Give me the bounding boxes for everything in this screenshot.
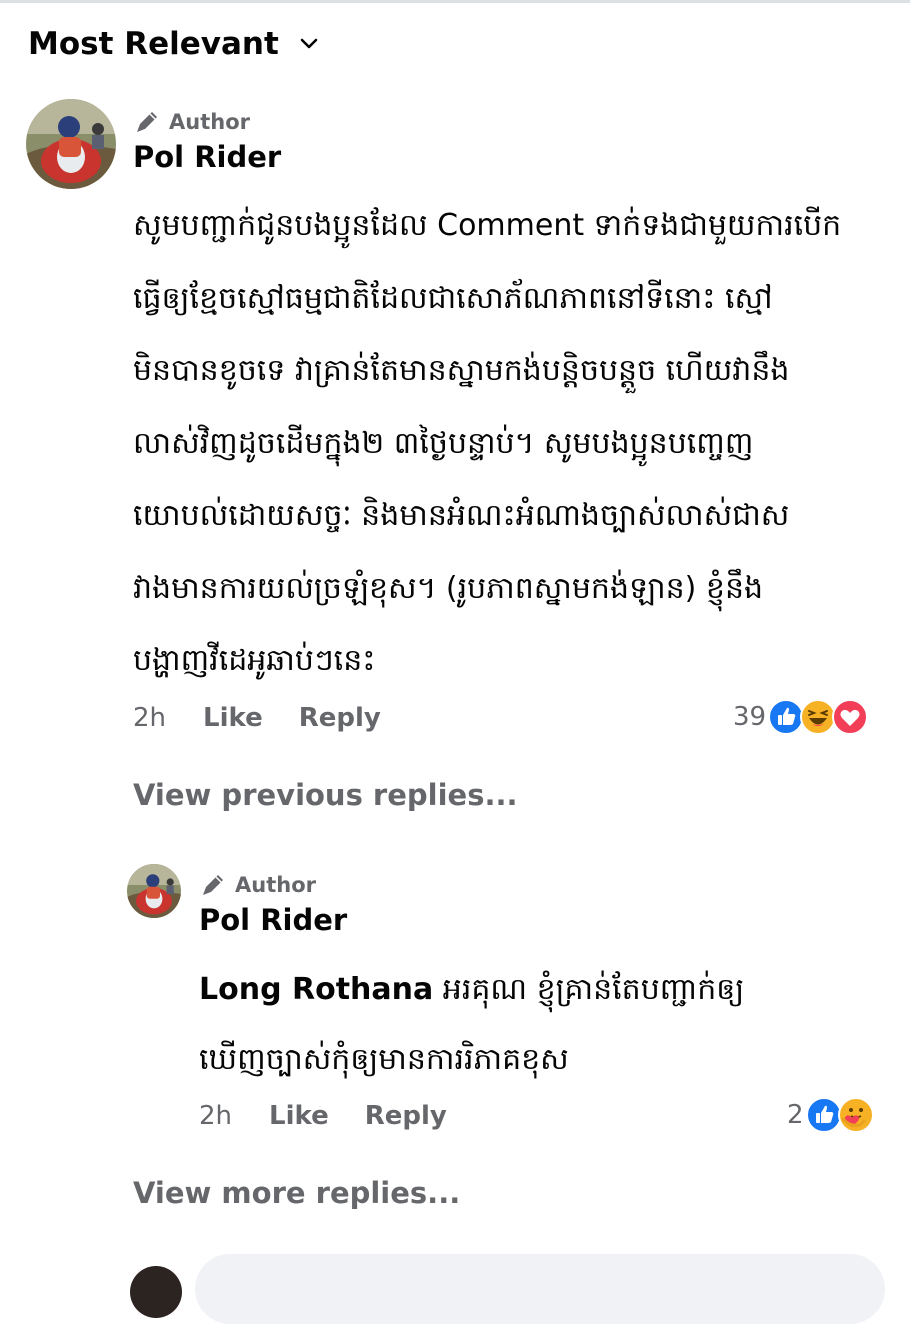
reply-text: Long Rothana អរគុណ ខ្ញុំគ្រាន់តែបញ្ជាក់ឲ… <box>199 955 889 1095</box>
like-icon <box>768 699 805 735</box>
avatar[interactable] <box>130 1266 182 1318</box>
love-icon <box>832 699 869 735</box>
comment-time: 2h <box>133 703 167 733</box>
author-badge-label: Author <box>235 873 316 897</box>
reaction-summary[interactable]: 2 <box>787 1097 874 1133</box>
reply-time: 2h <box>199 1101 233 1131</box>
view-previous-replies-link[interactable]: View previous replies... <box>133 778 518 812</box>
pen-icon <box>137 112 157 132</box>
top-divider <box>0 0 910 3</box>
care-icon <box>837 1097 874 1133</box>
comment-text: សូមបញ្ជាក់ជូនបងប្អូនដែល Comment ទាក់ទងជា… <box>133 208 842 678</box>
mention-link[interactable]: Long Rothana <box>199 972 433 1007</box>
comment-input[interactable] <box>195 1254 885 1324</box>
reply-actions: 2h Like Reply <box>199 1101 483 1131</box>
haha-icon <box>800 699 837 735</box>
like-button[interactable]: Like <box>269 1101 329 1131</box>
reaction-count: 2 <box>787 1100 804 1130</box>
sort-label: Most Relevant <box>28 26 279 62</box>
author-badge: Author <box>199 871 316 899</box>
author-badge-label: Author <box>169 110 250 134</box>
pen-icon <box>203 875 223 895</box>
chevron-down-icon <box>300 38 318 49</box>
reply-button[interactable]: Reply <box>365 1101 447 1131</box>
author-badge: Author <box>133 108 250 136</box>
reply-text-line2: ឃើញច្បាស់កុំឲ្យមានការរិភាគខុស <box>199 1042 569 1077</box>
reaction-count: 39 <box>733 702 767 732</box>
commenter-name[interactable]: Pol Rider <box>133 140 281 174</box>
reply-button[interactable]: Reply <box>299 703 381 733</box>
avatar[interactable] <box>26 99 116 189</box>
reply-text-line1: អរគុណ ខ្ញុំគ្រាន់តែបញ្ជាក់ឲ្យ <box>433 972 745 1007</box>
avatar[interactable] <box>127 864 181 918</box>
like-icon <box>805 1097 842 1133</box>
view-more-replies-link[interactable]: View more replies... <box>133 1176 460 1210</box>
reaction-summary[interactable]: 39 <box>733 699 869 735</box>
comment-actions: 2h Like Reply <box>133 703 417 733</box>
sort-dropdown[interactable]: Most Relevant <box>28 26 319 62</box>
like-button[interactable]: Like <box>203 703 263 733</box>
replier-name[interactable]: Pol Rider <box>199 903 347 937</box>
